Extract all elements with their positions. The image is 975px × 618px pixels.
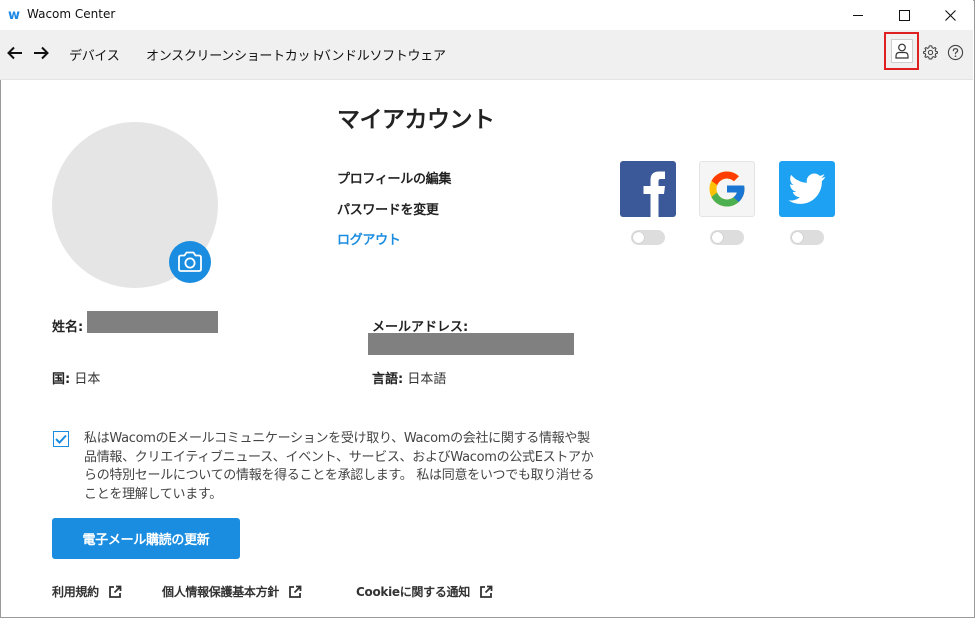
consent-text: 私はWacomのEメールコミュニケーションを受け取り、Wacomの会社に関する情… [84, 431, 595, 502]
account-button[interactable] [891, 39, 913, 63]
facebook-login-button[interactable] [620, 161, 676, 217]
logout-link[interactable]: ログアウト [337, 229, 401, 248]
window-title: Wacom Center [27, 7, 116, 21]
privacy-link-label: 個人情報保護基本方針 [162, 585, 280, 599]
twitter-login-button[interactable] [779, 161, 835, 217]
back-button[interactable] [5, 42, 25, 64]
gear-icon [922, 44, 938, 59]
name-value-redacted [87, 311, 218, 333]
language-value: 日本語 [403, 372, 447, 387]
update-subscription-button[interactable]: 電子メール購読の更新 [52, 518, 240, 559]
nav-bundled-software[interactable]: バンドルソフトウェア [318, 45, 446, 64]
settings-button[interactable] [921, 43, 939, 61]
terms-link-label: 利用規約 [52, 585, 99, 599]
language-label: 言語: [372, 372, 404, 387]
maximize-button[interactable] [881, 0, 927, 30]
change-password-link[interactable]: パスワードを変更 [337, 199, 439, 218]
external-link-icon [108, 585, 122, 598]
cookie-notice-link[interactable]: Cookieに関する通知 [356, 583, 493, 600]
google-icon [709, 171, 745, 207]
help-icon [947, 44, 963, 60]
country-field: 国: 日本 [52, 368, 100, 387]
google-toggle[interactable] [710, 230, 744, 245]
email-value-redacted [368, 333, 574, 355]
help-button[interactable] [946, 43, 964, 61]
country-label: 国: [52, 372, 71, 387]
facebook-toggle[interactable] [631, 230, 665, 245]
nav-devices[interactable]: デバイス [69, 45, 120, 64]
minimize-icon [853, 14, 863, 16]
privacy-policy-link[interactable]: 個人情報保護基本方針 [162, 583, 302, 600]
language-field: 言語: 日本語 [372, 368, 446, 387]
nav-onscreen-shortcuts[interactable]: オンスクリーンショートカット [146, 45, 323, 64]
checkmark-icon [55, 434, 67, 444]
terms-link[interactable]: 利用規約 [52, 583, 122, 600]
arrow-right-icon [34, 46, 49, 60]
nav-bar: デバイス オンスクリーンショートカット バンドルソフトウェア [0, 30, 973, 80]
twitter-icon [788, 173, 826, 204]
twitter-toggle[interactable] [790, 230, 824, 245]
google-login-button[interactable] [699, 161, 755, 217]
arrow-left-icon [7, 46, 22, 60]
wacom-logo-icon: w [8, 8, 21, 23]
country-value: 日本 [70, 372, 101, 387]
cookie-link-label: Cookieに関する通知 [356, 585, 470, 599]
close-button[interactable] [927, 0, 973, 30]
name-label: 姓名: [52, 320, 84, 335]
email-consent-checkbox[interactable] [53, 431, 69, 447]
title-bar: w Wacom Center [0, 0, 973, 30]
external-link-icon [480, 585, 493, 598]
camera-icon [178, 251, 202, 272]
forward-button[interactable] [31, 42, 51, 64]
external-link-icon [289, 585, 302, 598]
user-icon [895, 43, 909, 59]
minimize-button[interactable] [835, 0, 881, 30]
maximize-icon [898, 9, 910, 21]
facebook-icon [643, 171, 665, 217]
close-icon [944, 9, 956, 21]
edit-profile-link[interactable]: プロフィールの編集 [337, 168, 451, 187]
page-title: マイアカウント [337, 107, 495, 133]
change-photo-button[interactable] [169, 241, 211, 283]
